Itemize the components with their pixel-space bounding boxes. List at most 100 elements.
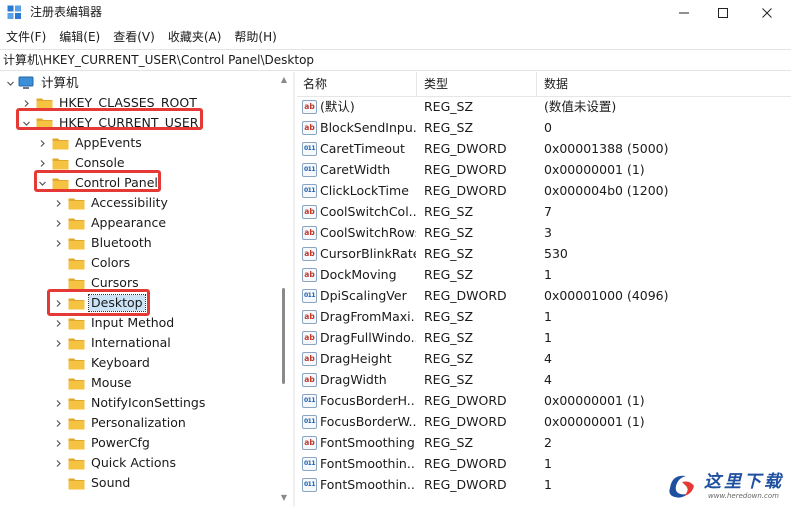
header-type[interactable]: 类型 — [424, 76, 448, 92]
value-name: DragFromMaxi... — [320, 309, 416, 324]
value-type: REG_SZ — [424, 309, 474, 324]
column-divider[interactable] — [416, 72, 417, 97]
string-value-icon: ab — [302, 121, 317, 135]
chevron-right-icon[interactable] — [52, 233, 64, 253]
tree-item-bluetooth[interactable]: Bluetooth — [52, 233, 154, 253]
tree-label[interactable]: Input Method — [89, 315, 176, 331]
address-bar[interactable]: 计算机\HKEY_CURRENT_USER\Control Panel\Desk… — [0, 49, 791, 71]
chevron-down-icon[interactable] — [4, 73, 16, 93]
scroll-up-icon[interactable]: ▲ — [279, 75, 289, 85]
tree-label[interactable]: Bluetooth — [89, 235, 154, 251]
tree-label[interactable]: Sound — [89, 475, 132, 491]
menu-favorites[interactable]: 收藏夹(A) — [162, 27, 229, 47]
chevron-right-icon[interactable] — [52, 413, 64, 433]
tree-label[interactable]: Accessibility — [89, 195, 170, 211]
close-button[interactable] — [746, 0, 788, 25]
scrollbar-thumb[interactable] — [282, 288, 285, 384]
tree-label[interactable]: International — [89, 335, 173, 351]
value-row[interactable]: 011 ClickLockTime REG_DWORD 0x000004b0 (120… — [297, 181, 791, 202]
chevron-right-icon[interactable] — [52, 453, 64, 473]
tree-label[interactable]: Mouse — [89, 375, 134, 391]
tree-label[interactable]: Quick Actions — [89, 455, 178, 471]
value-row[interactable]: 011 CaretWidth REG_DWORD 0x00000001 (1) — [297, 160, 791, 181]
header-name[interactable]: 名称 — [303, 76, 327, 92]
value-row[interactable]: 011 FocusBorderH... REG_DWORD 0x00000001 (1… — [297, 391, 791, 412]
tree-label[interactable]: AppEvents — [73, 135, 144, 151]
tree-label-computer[interactable]: 计算机 — [39, 75, 81, 91]
tree-label[interactable]: Appearance — [89, 215, 168, 231]
header-data[interactable]: 数据 — [544, 76, 568, 92]
value-name: CoolSwitchRows — [320, 225, 416, 240]
title-bar[interactable]: 注册表编辑器 — [0, 0, 791, 25]
highlight-box-control-panel — [34, 170, 161, 192]
value-row[interactable]: ab CoolSwitchRows REG_SZ 3 — [297, 223, 791, 244]
value-row[interactable]: 011 CaretTimeout REG_DWORD 0x00001388 (5000… — [297, 139, 791, 160]
tree-item-notifyiconsettings[interactable]: NotifyIconSettings — [52, 393, 207, 413]
chevron-right-icon[interactable] — [52, 333, 64, 353]
tree-item-colors[interactable]: Colors — [52, 253, 132, 273]
tree-item-sound[interactable]: Sound — [52, 473, 132, 493]
value-row[interactable]: 011 DpiScalingVer REG_DWORD 0x00001000 (409… — [297, 286, 791, 307]
chevron-right-icon[interactable] — [52, 213, 64, 233]
value-row[interactable]: ab DragHeight REG_SZ 4 — [297, 349, 791, 370]
chevron-right-icon[interactable] — [52, 393, 64, 413]
tree-item-appearance[interactable]: Appearance — [52, 213, 168, 233]
tree-label[interactable]: PowerCfg — [89, 435, 152, 451]
menu-file[interactable]: 文件(F) — [0, 27, 53, 47]
value-row[interactable]: ab CoolSwitchCol... REG_SZ 7 — [297, 202, 791, 223]
tree-scrollbar[interactable]: ▲ ▼ — [278, 72, 290, 507]
chevron-right-icon[interactable] — [52, 433, 64, 453]
tree-item-international[interactable]: International — [52, 333, 173, 353]
string-value-icon: ab — [302, 268, 317, 282]
folder-icon — [68, 278, 85, 289]
value-row[interactable]: ab DockMoving REG_SZ 1 — [297, 265, 791, 286]
tree-item-keyboard[interactable]: Keyboard — [52, 353, 152, 373]
value-data: 1 — [544, 477, 552, 492]
tree-label[interactable]: Colors — [89, 255, 132, 271]
column-divider[interactable] — [536, 72, 537, 97]
minimize-button[interactable] — [663, 0, 705, 25]
tree-item-mouse[interactable]: Mouse — [52, 373, 134, 393]
tree-item-computer[interactable]: 计算机 — [4, 73, 81, 93]
scroll-down-icon[interactable]: ▼ — [279, 493, 289, 503]
folder-icon — [68, 378, 85, 389]
chevron-right-icon[interactable] — [52, 193, 64, 213]
tree-item-personalization[interactable]: Personalization — [52, 413, 188, 433]
window-title: 注册表编辑器 — [30, 5, 103, 19]
value-row[interactable]: ab FontSmoothing REG_SZ 2 — [297, 433, 791, 454]
menu-help[interactable]: 帮助(H) — [228, 27, 283, 47]
value-name: FontSmoothing — [320, 435, 415, 450]
tree-label[interactable]: Console — [73, 155, 127, 171]
menu-edit[interactable]: 编辑(E) — [53, 27, 107, 47]
tree-label[interactable]: NotifyIconSettings — [89, 395, 207, 411]
pane-splitter[interactable] — [293, 72, 295, 507]
value-name: FocusBorderW... — [320, 414, 416, 429]
tree-item-input-method[interactable]: Input Method — [52, 313, 176, 333]
value-row[interactable]: ab CursorBlinkRate REG_SZ 530 — [297, 244, 791, 265]
value-type: REG_SZ — [424, 225, 474, 240]
value-row[interactable]: 011 FocusBorderW... REG_DWORD 0x00000001 (1… — [297, 412, 791, 433]
chevron-right-icon[interactable] — [36, 133, 48, 153]
tree-item-accessibility[interactable]: Accessibility — [52, 193, 170, 213]
maximize-button[interactable] — [702, 0, 744, 25]
menu-view[interactable]: 查看(V) — [107, 27, 162, 47]
value-row[interactable]: ab DragFromMaxi... REG_SZ 1 — [297, 307, 791, 328]
tree-label[interactable]: Keyboard — [89, 355, 152, 371]
value-row[interactable]: ab DragFullWindo... REG_SZ 1 — [297, 328, 791, 349]
tree-item-powercfg[interactable]: PowerCfg — [52, 433, 152, 453]
tree-item-appevents[interactable]: AppEvents — [36, 133, 144, 153]
value-type: REG_SZ — [424, 267, 474, 282]
value-name: FontSmoothin... — [320, 477, 416, 492]
value-type: REG_DWORD — [424, 183, 507, 198]
tree-label[interactable]: Personalization — [89, 415, 188, 431]
string-value-icon: ab — [302, 100, 317, 114]
address-path[interactable]: 计算机\HKEY_CURRENT_USER\Control Panel\Desk… — [3, 53, 314, 68]
value-row[interactable]: ab DragWidth REG_SZ 4 — [297, 370, 791, 391]
value-row[interactable]: ab (默认) REG_SZ (数值未设置) — [297, 97, 791, 118]
highlight-box-hkcu — [16, 108, 203, 130]
folder-icon — [68, 418, 85, 429]
tree-item-quick-actions[interactable]: Quick Actions — [52, 453, 178, 473]
chevron-right-icon[interactable] — [52, 313, 64, 333]
value-row[interactable]: ab BlockSendInpu... REG_SZ 0 — [297, 118, 791, 139]
